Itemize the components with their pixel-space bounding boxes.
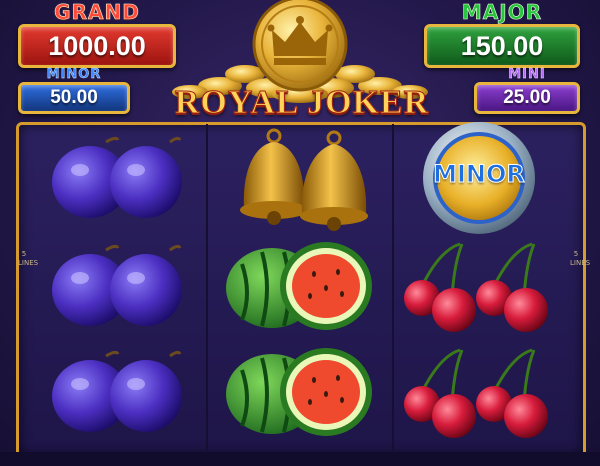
reel-divider — [392, 124, 394, 454]
reel-divider — [206, 124, 208, 454]
bottom-bar — [0, 452, 600, 466]
cherry-symbol — [404, 348, 548, 438]
minor-jackpot-value: 50.00 — [18, 82, 130, 114]
mini-jackpot: MINI 25.00 — [474, 68, 580, 114]
plum-symbol — [52, 136, 182, 218]
minor-coin-symbol: MINOR — [414, 120, 544, 238]
plum-symbol — [52, 350, 182, 432]
cherry-symbol — [404, 242, 548, 332]
game-logo-title: ROYAL JOKER — [174, 84, 430, 122]
minor-jackpot: MINOR 50.00 — [18, 68, 130, 114]
minor-coin-label: MINOR — [433, 160, 526, 189]
watermelon-symbol — [226, 348, 372, 436]
mini-jackpot-value: 25.00 — [474, 82, 580, 114]
mini-jackpot-label: MINI — [508, 67, 546, 82]
lines-indicator-text: 5 LINES — [570, 250, 591, 267]
plum-symbol — [52, 244, 182, 326]
lines-indicator-right: 5 LINES — [570, 250, 590, 268]
watermelon-symbol — [226, 242, 372, 330]
bell-symbol — [240, 128, 368, 231]
minor-jackpot-label: MINOR — [46, 67, 102, 82]
lines-indicator-left: 5 LINES — [18, 250, 38, 268]
